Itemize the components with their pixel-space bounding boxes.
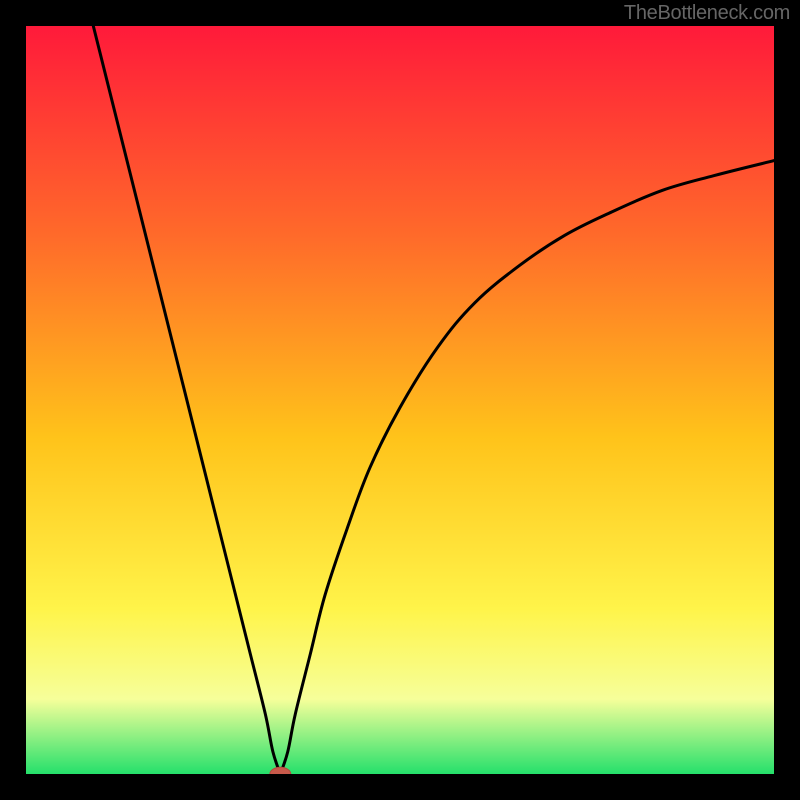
watermark-text: TheBottleneck.com [624,2,790,25]
chart-frame: TheBottleneck.com [0,0,800,800]
chart-svg [26,26,774,774]
gradient-background [26,26,774,774]
chart-plot-area [26,26,774,774]
